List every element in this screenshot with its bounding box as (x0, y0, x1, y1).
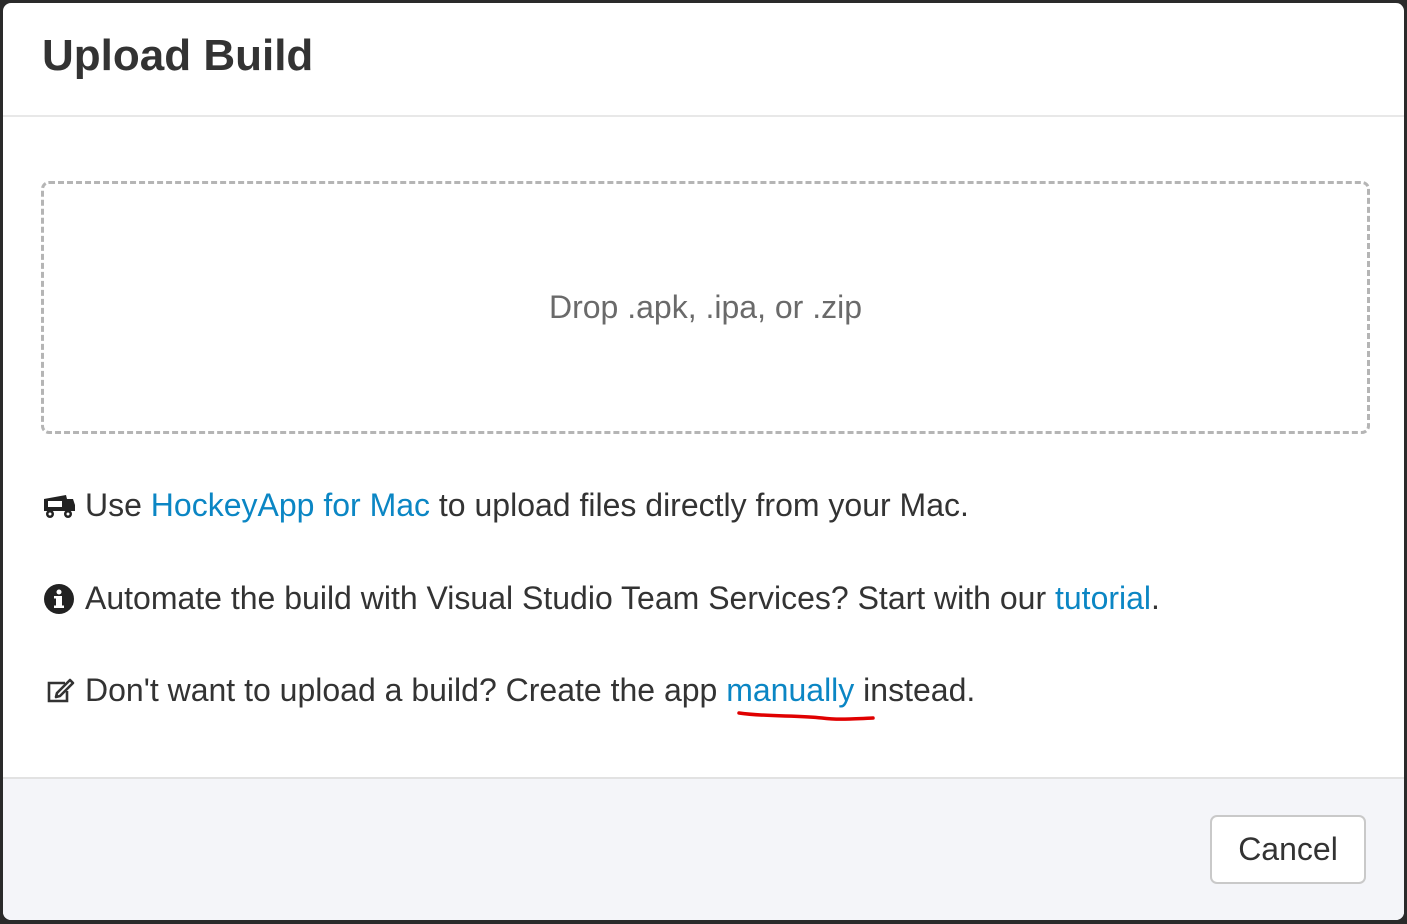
modal-body: Drop .apk, .ipa, or .zip Use HockeyApp f… (3, 117, 1404, 777)
manual-create-info: Don't want to upload a build? Create the… (41, 672, 975, 709)
mac-info-suffix: to upload files directly from your Mac. (430, 487, 969, 523)
info-circle-icon (41, 581, 77, 617)
modal-header: Upload Build (3, 3, 1404, 117)
modal-title: Upload Build (42, 31, 314, 80)
manually-link[interactable]: manually (726, 672, 854, 709)
modal-footer: Cancel (3, 777, 1404, 920)
manual-info-prefix: Don't want to upload a build? Create the… (85, 672, 727, 708)
dropzone-text: Drop .apk, .ipa, or .zip (548, 289, 863, 325)
manual-info-suffix: instead. (854, 672, 976, 708)
hockeyapp-mac-link[interactable]: HockeyApp for Mac (151, 487, 430, 524)
automate-info-prefix: Automate the build with Visual Studio Te… (85, 580, 1055, 616)
file-dropzone[interactable]: Drop .apk, .ipa, or .zip (41, 181, 1370, 434)
edit-icon (41, 673, 77, 709)
automate-info-suffix: . (1151, 580, 1160, 616)
automate-build-info: Automate the build with Visual Studio Te… (41, 580, 1160, 617)
tutorial-link[interactable]: tutorial (1055, 580, 1151, 617)
mac-info-prefix: Use (85, 487, 151, 523)
red-annotation-underline (737, 711, 875, 721)
upload-build-modal: Upload Build Drop .apk, .ipa, or .zip Us… (3, 3, 1404, 920)
mac-upload-info: Use HockeyApp for Mac to upload files di… (41, 487, 969, 524)
cancel-button[interactable]: Cancel (1210, 815, 1366, 884)
truck-icon (41, 488, 77, 524)
